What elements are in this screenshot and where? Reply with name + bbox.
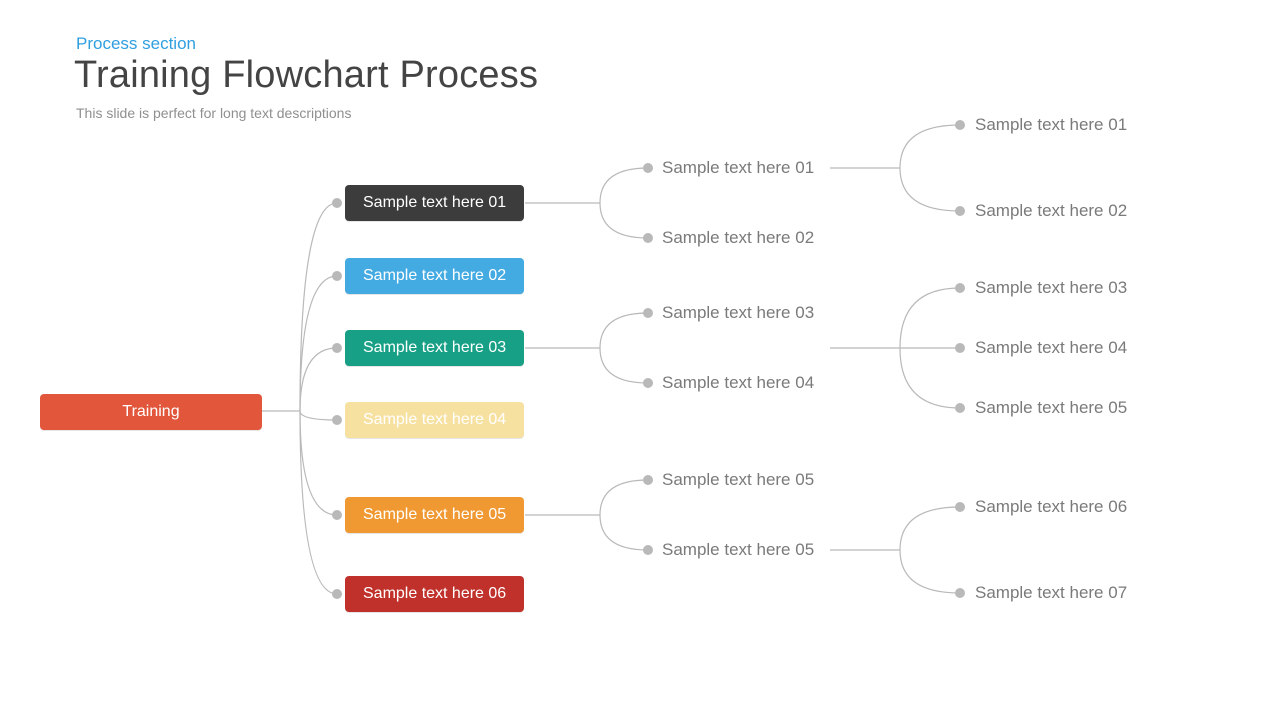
level1-node-4: Sample text here 04	[345, 402, 524, 438]
root-node: Training	[40, 394, 262, 430]
level3-leaf: Sample text here 01	[975, 115, 1127, 135]
level3-leaf: Sample text here 07	[975, 583, 1127, 603]
level1-node-5: Sample text here 05	[345, 497, 524, 533]
slide-canvas: Process section Training Flowchart Proce…	[0, 0, 1280, 720]
level2-leaf: Sample text here 01	[662, 158, 814, 178]
level1-node-3: Sample text here 03	[345, 330, 524, 366]
connector-layer	[0, 0, 1280, 720]
level2-leaf: Sample text here 02	[662, 228, 814, 248]
level3-leaf: Sample text here 02	[975, 201, 1127, 221]
level3-leaf: Sample text here 06	[975, 497, 1127, 517]
level1-node-1: Sample text here 01	[345, 185, 524, 221]
level2-leaf: Sample text here 05	[662, 470, 814, 490]
level3-leaf: Sample text here 04	[975, 338, 1127, 358]
level2-leaf: Sample text here 03	[662, 303, 814, 323]
level1-node-6: Sample text here 06	[345, 576, 524, 612]
level1-node-2: Sample text here 02	[345, 258, 524, 294]
level3-leaf: Sample text here 05	[975, 398, 1127, 418]
level2-leaf: Sample text here 05	[662, 540, 814, 560]
level3-leaf: Sample text here 03	[975, 278, 1127, 298]
level2-leaf: Sample text here 04	[662, 373, 814, 393]
